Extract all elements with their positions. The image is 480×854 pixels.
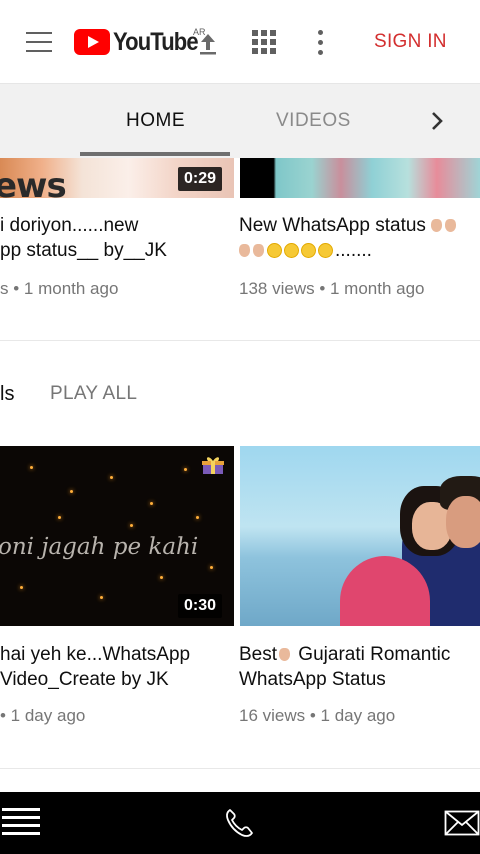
menu-lines-icon[interactable] [2, 808, 40, 838]
active-tab-indicator [80, 152, 230, 156]
sign-in-button[interactable]: SIGN IN [374, 31, 447, 53]
video-title-text: ....... [335, 240, 372, 261]
video-title-line: hai yeh ke...WhatsApp [0, 644, 191, 665]
mail-icon[interactable] [444, 810, 480, 836]
video-meta: 16 views • 1 day ago [239, 706, 396, 725]
tab-videos[interactable]: VIDEOS [276, 110, 351, 132]
tab-home[interactable]: HOME [126, 110, 185, 132]
bottom-navigation-bar [0, 792, 480, 854]
video-title[interactable]: i doriyon......new pp status__ by__JK [0, 213, 167, 263]
video-meta: 138 views • 1 month ago [239, 279, 425, 298]
logo-text: YouTube [113, 27, 199, 56]
video-title-text: Gujarati Romantic [293, 644, 451, 665]
thumbnail-text: ews [0, 166, 67, 198]
hand-emoji-icon [445, 219, 457, 232]
smile-emoji-icon [301, 243, 316, 258]
youtube-play-icon [74, 29, 110, 55]
video-thumbnail[interactable] [240, 446, 480, 626]
video-title-line: New WhatsApp status [239, 213, 459, 238]
apps-grid-icon[interactable] [252, 30, 276, 54]
video-thumbnail[interactable] [240, 158, 480, 198]
video-title-text: New WhatsApp status [239, 215, 426, 236]
chevron-right-icon[interactable] [430, 110, 444, 132]
more-vert-icon[interactable] [318, 30, 326, 56]
video-title-line: pp status__ by__JK [0, 240, 167, 261]
video-title[interactable]: New WhatsApp status ....... [239, 213, 459, 263]
smile-emoji-icon [267, 243, 282, 258]
video-title[interactable]: Best Gujarati Romantic WhatsApp Status [239, 642, 450, 692]
hand-emoji-icon [279, 648, 291, 661]
video-title[interactable]: hai yeh ke...WhatsApp Video_Create by JK [0, 642, 190, 692]
smile-emoji-icon [284, 243, 299, 258]
top-app-bar: YouTube AR SIGN IN [0, 0, 480, 84]
thumbnail-text: oni jagah pe kahi [0, 534, 199, 560]
section-divider [0, 340, 480, 341]
video-title-text: Best [239, 644, 278, 665]
smile-emoji-icon [318, 243, 333, 258]
channel-tabs: HOME VIDEOS [0, 84, 480, 158]
gift-icon [202, 457, 224, 474]
duration-badge: 0:29 [178, 167, 223, 191]
video-title-line: Video_Create by JK [0, 669, 169, 690]
video-meta: • 1 day ago [0, 706, 86, 725]
hand-emoji-icon [239, 244, 250, 257]
upload-icon[interactable] [198, 32, 218, 56]
video-title-line: i doriyon......new [0, 215, 139, 236]
youtube-logo[interactable]: YouTube [74, 26, 209, 58]
section-title: ls [0, 383, 15, 405]
video-title-line: WhatsApp Status [239, 669, 386, 690]
video-title-line: ....... [239, 238, 459, 263]
duration-badge: 0:30 [178, 594, 223, 618]
phone-icon[interactable] [222, 806, 256, 840]
section-divider [0, 768, 480, 769]
video-title-line: Best Gujarati Romantic [239, 642, 450, 667]
video-meta: s • 1 month ago [0, 279, 119, 298]
menu-icon[interactable] [26, 32, 52, 52]
hand-emoji-icon [431, 219, 443, 232]
hand-emoji-icon [253, 244, 264, 257]
play-all-button[interactable]: PLAY ALL [50, 383, 137, 405]
